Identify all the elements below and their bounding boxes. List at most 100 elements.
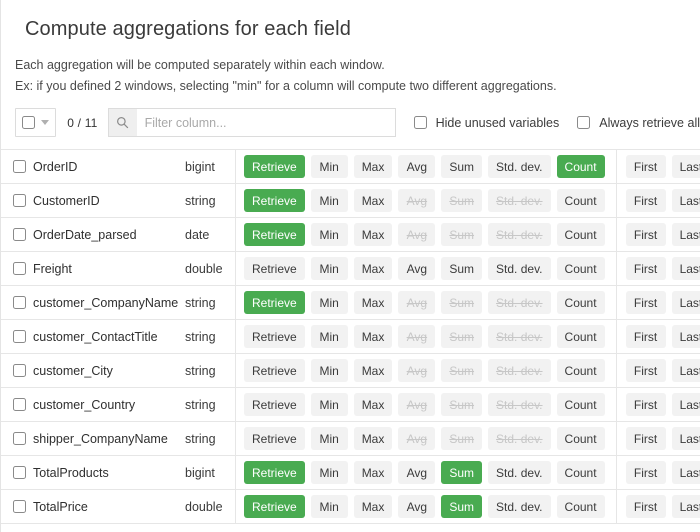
row-select-checkbox[interactable] (12, 228, 26, 241)
agg-button-retrieve[interactable]: Retrieve (244, 495, 305, 518)
agg-button-max[interactable]: Max (353, 325, 393, 348)
row-select-checkbox[interactable] (12, 500, 26, 513)
agg-button-min[interactable]: Min (310, 155, 348, 178)
row-select-checkbox[interactable] (12, 296, 26, 309)
agg-button-count[interactable]: Count (556, 223, 605, 246)
agg-button-retrieve[interactable]: Retrieve (244, 427, 305, 450)
agg-button-last[interactable]: Last (671, 325, 700, 348)
row-select-checkbox[interactable] (12, 466, 26, 479)
agg-button-first[interactable]: First (625, 223, 666, 246)
agg-button-sum[interactable]: Sum (441, 257, 483, 280)
agg-button-count[interactable]: Count (556, 359, 605, 382)
row-select-cell[interactable] (1, 228, 33, 241)
agg-button-last[interactable]: Last (671, 223, 700, 246)
agg-button-first[interactable]: First (625, 189, 666, 212)
agg-button-std[interactable]: Std. dev. (488, 257, 551, 280)
agg-button-max[interactable]: Max (353, 393, 393, 416)
agg-button-count[interactable]: Count (556, 495, 605, 518)
agg-button-avg[interactable]: Avg (398, 155, 436, 178)
agg-button-count[interactable]: Count (556, 325, 605, 348)
agg-button-max[interactable]: Max (353, 257, 393, 280)
agg-button-min[interactable]: Min (310, 495, 348, 518)
agg-button-count[interactable]: Count (556, 393, 605, 416)
row-select-checkbox[interactable] (12, 398, 26, 411)
agg-button-last[interactable]: Last (671, 155, 700, 178)
agg-button-first[interactable]: First (625, 495, 666, 518)
hide-unused-variables-checkbox[interactable] (413, 116, 427, 129)
agg-button-min[interactable]: Min (310, 461, 348, 484)
row-select-cell[interactable] (1, 500, 33, 513)
agg-button-first[interactable]: First (625, 359, 666, 382)
agg-button-std[interactable]: Std. dev. (488, 155, 551, 178)
row-select-checkbox[interactable] (12, 160, 26, 173)
agg-button-first[interactable]: First (625, 325, 666, 348)
agg-button-first[interactable]: First (625, 257, 666, 280)
row-select-checkbox[interactable] (12, 262, 26, 275)
agg-button-min[interactable]: Min (310, 359, 348, 382)
agg-button-min[interactable]: Min (310, 393, 348, 416)
agg-button-retrieve[interactable]: Retrieve (244, 155, 305, 178)
agg-button-min[interactable]: Min (310, 257, 348, 280)
chevron-down-icon[interactable] (41, 120, 50, 125)
always-retrieve-all-option[interactable]: Always retrieve all (577, 116, 700, 130)
agg-button-first[interactable]: First (625, 461, 666, 484)
agg-button-max[interactable]: Max (353, 495, 393, 518)
row-select-checkbox[interactable] (12, 432, 26, 445)
agg-button-max[interactable]: Max (353, 155, 393, 178)
agg-button-std[interactable]: Std. dev. (488, 461, 551, 484)
agg-button-count[interactable]: Count (556, 291, 605, 314)
agg-button-first[interactable]: First (625, 393, 666, 416)
row-select-checkbox[interactable] (12, 330, 26, 343)
agg-button-min[interactable]: Min (310, 189, 348, 212)
select-all-control[interactable] (15, 108, 57, 137)
agg-button-first[interactable]: First (625, 427, 666, 450)
agg-button-last[interactable]: Last (671, 393, 700, 416)
agg-button-retrieve[interactable]: Retrieve (244, 223, 305, 246)
agg-button-sum[interactable]: Sum (441, 461, 483, 484)
agg-button-std[interactable]: Std. dev. (488, 495, 551, 518)
filter-column-control[interactable] (107, 108, 396, 137)
agg-button-max[interactable]: Max (353, 223, 393, 246)
row-select-checkbox[interactable] (12, 194, 26, 207)
agg-button-retrieve[interactable]: Retrieve (244, 325, 305, 348)
agg-button-count[interactable]: Count (556, 155, 605, 178)
row-select-cell[interactable] (1, 330, 33, 343)
agg-button-retrieve[interactable]: Retrieve (244, 359, 305, 382)
agg-button-last[interactable]: Last (671, 189, 700, 212)
always-retrieve-all-checkbox[interactable] (577, 116, 591, 129)
agg-button-max[interactable]: Max (353, 461, 393, 484)
agg-button-retrieve[interactable]: Retrieve (244, 461, 305, 484)
row-select-cell[interactable] (1, 160, 33, 173)
agg-button-avg[interactable]: Avg (398, 495, 436, 518)
agg-button-last[interactable]: Last (671, 427, 700, 450)
row-select-cell[interactable] (1, 432, 33, 445)
agg-button-last[interactable]: Last (671, 257, 700, 280)
agg-button-count[interactable]: Count (556, 427, 605, 450)
row-select-cell[interactable] (1, 466, 33, 479)
agg-button-first[interactable]: First (625, 155, 666, 178)
agg-button-max[interactable]: Max (353, 359, 393, 382)
row-select-cell[interactable] (1, 262, 33, 275)
agg-button-max[interactable]: Max (353, 189, 393, 212)
agg-button-avg[interactable]: Avg (398, 257, 436, 280)
search-icon[interactable] (108, 109, 137, 136)
agg-button-first[interactable]: First (625, 291, 666, 314)
agg-button-sum[interactable]: Sum (441, 495, 483, 518)
agg-button-max[interactable]: Max (353, 427, 393, 450)
agg-button-min[interactable]: Min (310, 427, 348, 450)
agg-button-max[interactable]: Max (353, 291, 393, 314)
agg-button-min[interactable]: Min (310, 223, 348, 246)
row-select-cell[interactable] (1, 364, 33, 377)
agg-button-last[interactable]: Last (671, 461, 700, 484)
agg-button-last[interactable]: Last (671, 291, 700, 314)
agg-button-sum[interactable]: Sum (441, 155, 483, 178)
hide-unused-variables-option[interactable]: Hide unused variables (413, 116, 559, 130)
row-select-cell[interactable] (1, 398, 33, 411)
agg-button-retrieve[interactable]: Retrieve (244, 189, 305, 212)
agg-button-min[interactable]: Min (310, 291, 348, 314)
agg-button-count[interactable]: Count (556, 461, 605, 484)
agg-button-retrieve[interactable]: Retrieve (244, 291, 305, 314)
agg-button-retrieve[interactable]: Retrieve (244, 393, 305, 416)
agg-button-last[interactable]: Last (671, 359, 700, 382)
agg-button-count[interactable]: Count (556, 257, 605, 280)
